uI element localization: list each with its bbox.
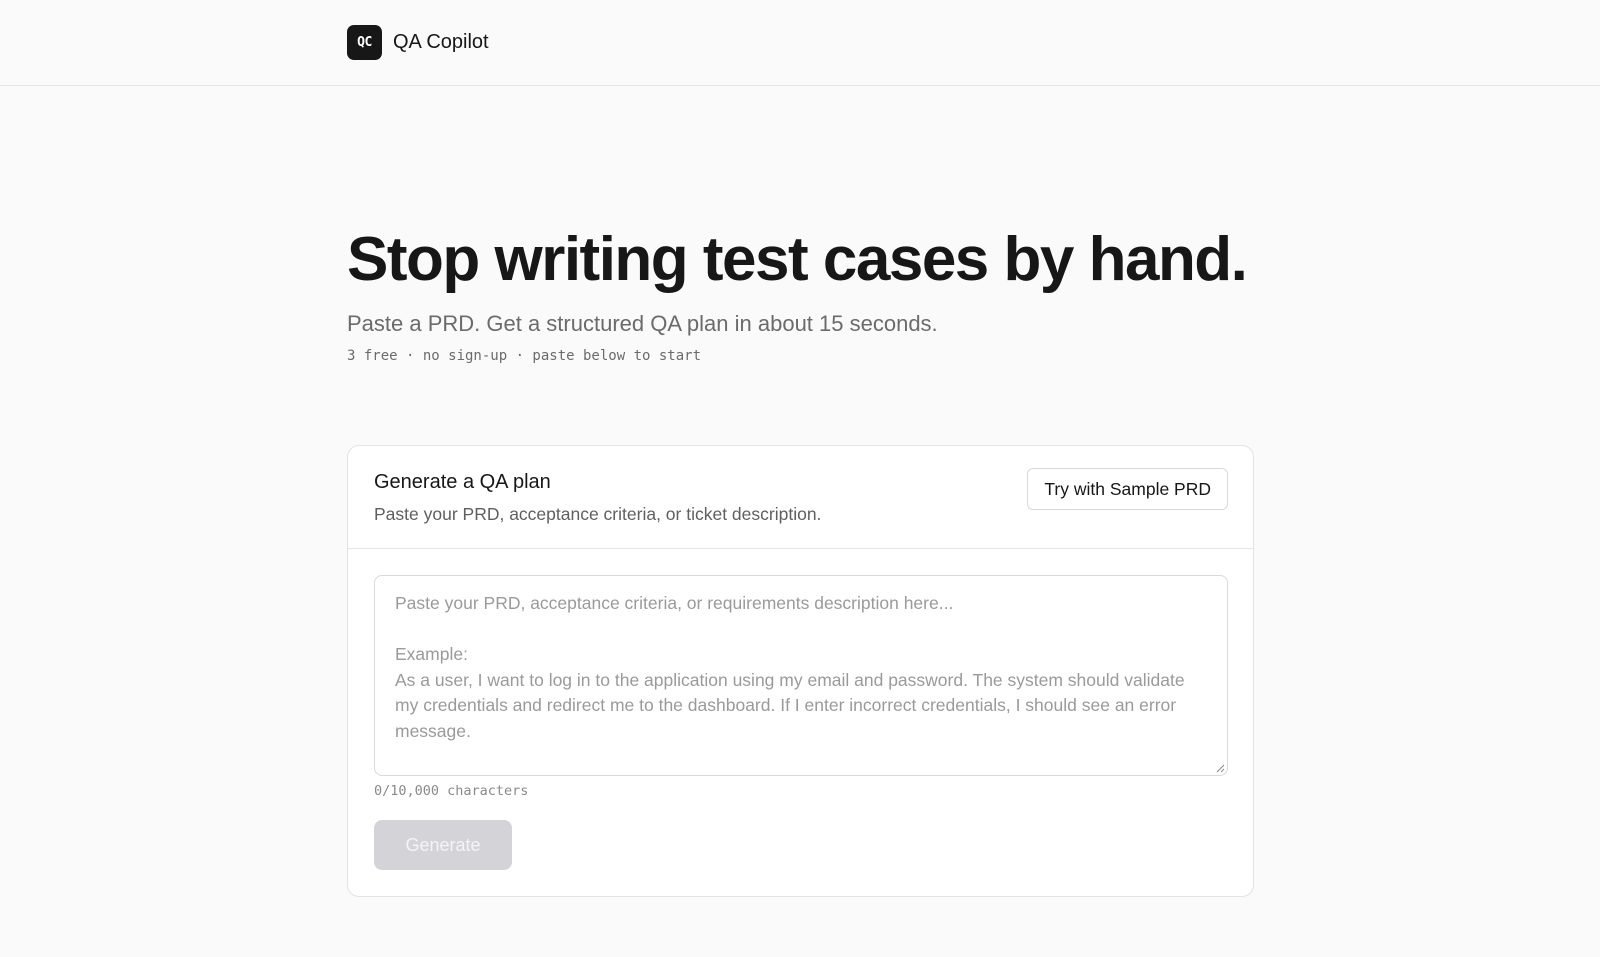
resize-grip-icon[interactable] [1215,763,1225,773]
app-name: QA Copilot [393,31,489,53]
brand[interactable]: QC QA Copilot [347,25,489,60]
top-nav: QC QA Copilot [0,0,1600,86]
try-sample-prd-button[interactable]: Try with Sample PRD [1027,468,1228,510]
hero-section: Stop writing test cases by hand. Paste a… [347,222,1307,364]
generate-button[interactable]: Generate [374,820,512,870]
logo: QC [347,25,382,60]
card-body: 0/10,000 characters Generate [348,549,1253,870]
card-header: Generate a QA plan Paste your PRD, accep… [348,446,1253,549]
generate-card: Generate a QA plan Paste your PRD, accep… [347,445,1254,897]
prd-textarea-wrapper [374,575,1228,776]
char-counter: 0/10,000 characters [374,783,529,799]
hero-title: Stop writing test cases by hand. [347,225,1248,294]
prd-input[interactable] [375,576,1227,775]
hero-meta: 3 free · no sign-up · paste below to sta… [347,348,702,364]
hero-subtitle: Paste a PRD. Get a structured QA plan in… [347,311,938,336]
